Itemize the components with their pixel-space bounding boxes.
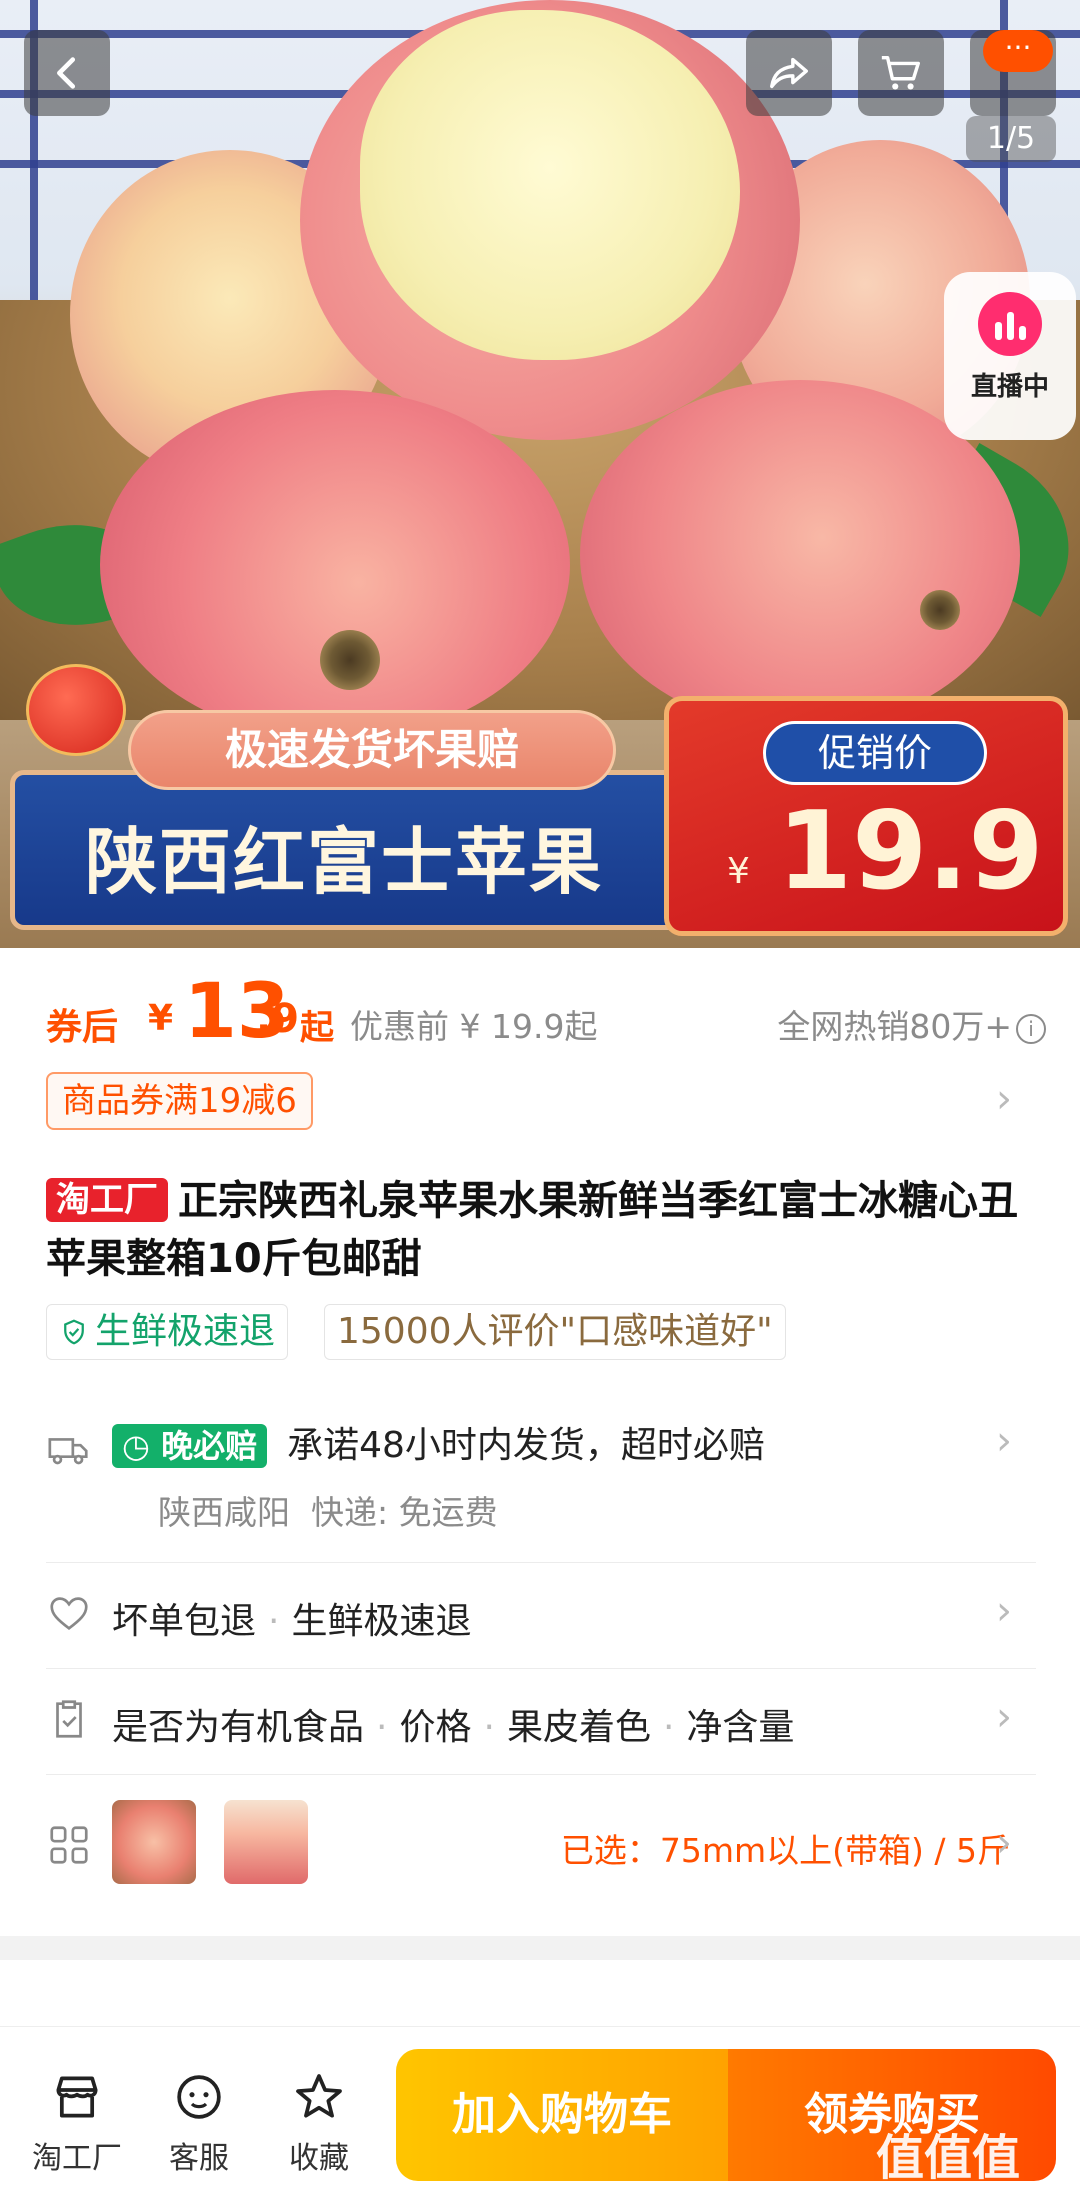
heart-icon xyxy=(50,1597,88,1631)
clipboard-check-icon xyxy=(56,1700,82,1738)
back-button[interactable] xyxy=(24,30,110,116)
customer-service-icon xyxy=(177,2075,221,2119)
star-icon xyxy=(296,2074,342,2118)
live-label: 直播中 xyxy=(970,372,1049,402)
shipping-fee: 免运费 xyxy=(398,1493,498,1532)
shop-icon xyxy=(56,2076,98,2118)
coupon-tag[interactable]: 商品券满19减6 xyxy=(46,1072,313,1130)
sku-thumbnail[interactable] xyxy=(224,1800,308,1884)
live-bars-icon xyxy=(978,292,1042,356)
product-image[interactable]: ··· 1/5 直播中 陕西红富士苹果 极速发货坏果赔 促销价 ¥ 19.9 xyxy=(0,0,1080,948)
sales-count[interactable]: 全网热销80万+ i xyxy=(777,1000,1046,1048)
image-counter: 1/5 xyxy=(966,116,1056,162)
service-bad-return: 坏单包退 xyxy=(112,1601,257,1642)
param-organic: 是否为有机食品 xyxy=(112,1707,365,1748)
product-title: 淘工厂 正宗陕西礼泉苹果水果新鲜当季红富士冰糖心丑苹果整箱10斤包邮甜 xyxy=(46,1172,1036,1288)
divider xyxy=(46,1774,1036,1775)
banner-product-panel: 陕西红富士苹果 xyxy=(10,770,700,930)
param-price: 价格 xyxy=(399,1707,472,1748)
express-label: 快递: xyxy=(310,1493,389,1532)
original-price: 优惠前 ¥ 19.9起 xyxy=(350,1007,598,1046)
chevron-right-icon[interactable]: › xyxy=(996,1820,1012,1866)
banner-product-name: 陕西红富士苹果 xyxy=(85,820,604,904)
fresh-refund-label: 生鲜极速退 xyxy=(95,1311,276,1352)
tab-shop-label: 淘工厂 xyxy=(32,2141,122,2176)
shield-check-icon xyxy=(64,1319,84,1345)
banner-slogan: 极速发货坏果赔 xyxy=(128,710,616,790)
price-decimal: .9 xyxy=(256,996,300,1042)
service-fresh-refund: 生鲜极速退 xyxy=(291,1601,472,1642)
divider xyxy=(46,1668,1036,1669)
price-currency: ¥ xyxy=(148,998,174,1039)
shipping-promise: 承诺48小时内发货，超时必赔 xyxy=(287,1425,765,1466)
more-dots-badge[interactable]: ··· xyxy=(983,30,1053,72)
chevron-left-icon xyxy=(57,57,76,89)
truck-icon xyxy=(48,1438,88,1465)
late-compensation-badge: ◷ 晚必赔 xyxy=(112,1424,268,1468)
tab-favorite[interactable]: 收藏 xyxy=(264,2069,374,2177)
watermark-url: zhizhizhi.com xyxy=(900,2178,1009,2197)
price-suffix: 起 xyxy=(300,1008,334,1048)
chevron-right-icon: › xyxy=(996,1694,1012,1740)
chevron-right-icon[interactable]: › xyxy=(996,1076,1012,1122)
after-coupon-label: 券后 xyxy=(46,1007,119,1048)
share-icon xyxy=(770,57,808,89)
info-icon[interactable]: i xyxy=(1016,1013,1046,1044)
brand-tag[interactable]: 淘工厂 xyxy=(46,1178,168,1222)
tab-service-label: 客服 xyxy=(169,2141,229,2176)
tab-service[interactable]: 客服 xyxy=(144,2069,254,2177)
product-page: ··· 1/5 直播中 陕西红富士苹果 极速发货坏果赔 促销价 ¥ 19.9 券… xyxy=(0,0,1080,2206)
shipping-origin-line: 陕西咸阳 快递: 免运费 xyxy=(158,1486,498,1534)
shipping-row[interactable]: ◷ 晚必赔 承诺48小时内发货，超时必赔 陕西咸阳 快递: 免运费 › xyxy=(46,1402,1036,1532)
cart-button[interactable] xyxy=(858,30,944,116)
product-title-text: 正宗陕西礼泉苹果水果新鲜当季红富士冰糖心丑苹果整箱10斤包邮甜 xyxy=(46,1178,1018,1282)
price-row: 券后 ¥ 13 .9 起 优惠前 ¥ 19.9起 全网热销80万+ i xyxy=(46,960,1046,1056)
fresh-refund-chip[interactable]: 生鲜极速退 xyxy=(46,1304,289,1360)
params-row[interactable]: 是否为有机食品 · 价格 · 果皮着色 · 净含量 › xyxy=(46,1690,1036,1754)
live-stream-button[interactable]: 直播中 xyxy=(944,272,1076,440)
chevron-right-icon: › xyxy=(996,1588,1012,1634)
sales-text: 全网热销80万+ xyxy=(777,1007,1012,1046)
selected-sku[interactable]: 已选：75mm以上(带箱) / 5斤 xyxy=(561,1824,1010,1872)
banner-price-panel: 促销价 ¥ 19.9 xyxy=(664,696,1068,936)
grid-icon xyxy=(50,1826,88,1864)
param-skin-color: 果皮着色 xyxy=(506,1707,651,1748)
param-net-weight: 净含量 xyxy=(686,1707,795,1748)
promo-price: 19.9 xyxy=(777,789,1044,914)
cart-icon xyxy=(881,55,920,90)
chevron-right-icon: › xyxy=(996,1418,1012,1464)
tab-favorite-label: 收藏 xyxy=(289,2141,349,2176)
promo-currency: ¥ xyxy=(727,851,750,892)
divider xyxy=(46,1562,1036,1563)
section-gap xyxy=(0,1936,1080,1960)
sku-thumbnail[interactable] xyxy=(112,1800,196,1884)
review-summary-chip[interactable]: 15000人评价"口感味道好" xyxy=(324,1304,786,1360)
origin: 陕西咸阳 xyxy=(158,1493,290,1532)
promo-price-tag: 促销价 xyxy=(763,721,987,785)
tab-shop[interactable]: 淘工厂 xyxy=(22,2069,132,2177)
lantern-decoration xyxy=(26,664,126,756)
share-button[interactable] xyxy=(746,30,832,116)
service-row[interactable]: 坏单包退 · 生鲜极速退 › xyxy=(46,1584,1036,1648)
add-to-cart-button[interactable]: 加入购物车 xyxy=(396,2049,728,2181)
